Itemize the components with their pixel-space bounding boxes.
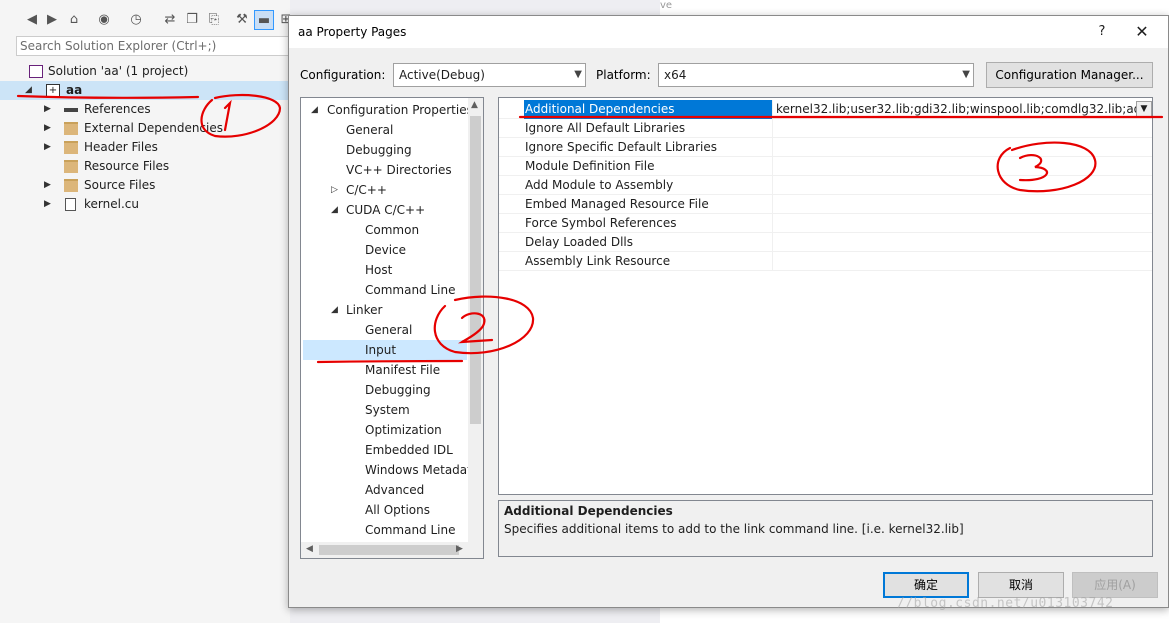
annotation-number-2 <box>457 312 494 344</box>
annotation-underline-input <box>316 359 464 364</box>
annotation-underline-project <box>16 94 200 99</box>
annotation-circle-1 <box>200 93 282 138</box>
annotation-circle-3 <box>996 141 1097 193</box>
annotation-overlay <box>16 93 1164 364</box>
watermark: //blog.csdn.net/u013103742 <box>897 596 1114 611</box>
annotation-number-3 <box>1018 153 1048 182</box>
annotation-underline-dependencies <box>518 115 1164 119</box>
annotation-number-1 <box>223 99 232 132</box>
